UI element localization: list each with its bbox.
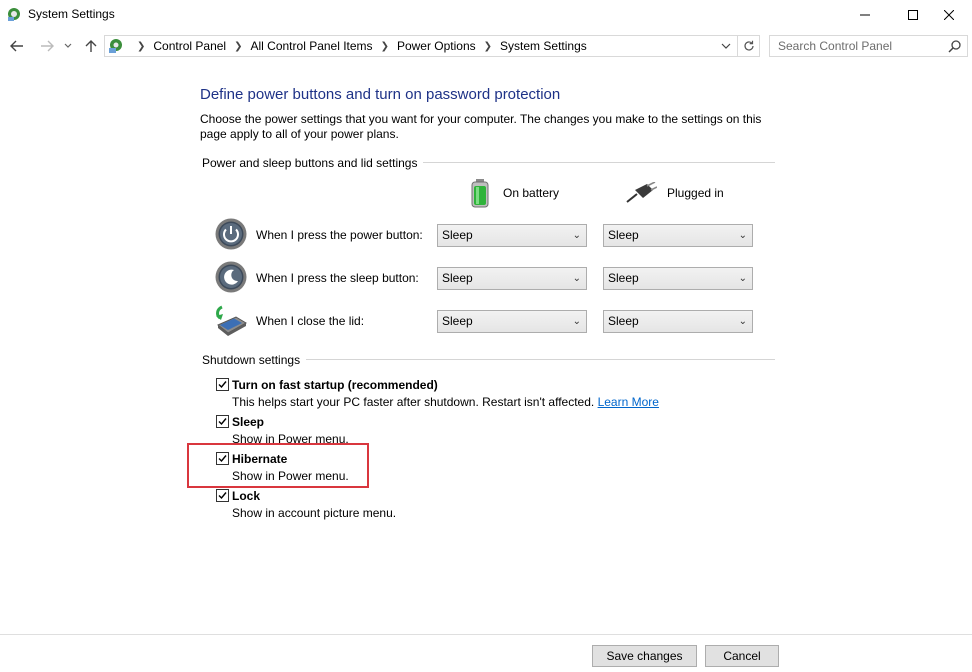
power-button-plugged-select[interactable]: Sleep ⌄: [603, 224, 753, 247]
chevron-down-icon: ⌄: [572, 273, 581, 284]
battery-icon: [471, 179, 489, 208]
search-input[interactable]: [770, 36, 940, 56]
control-panel-icon: [109, 39, 122, 53]
page-title: Define power buttons and turn on passwor…: [200, 86, 561, 103]
chevron-down-icon: [721, 43, 731, 49]
search-icon[interactable]: [948, 39, 962, 53]
minimize-icon: [860, 14, 870, 16]
laptop-lid-icon: [216, 305, 247, 336]
sleep-option-label[interactable]: Sleep: [232, 415, 264, 429]
footer-divider: [0, 634, 972, 635]
address-bar[interactable]: ❯ Control Panel ❯ All Control Panel Item…: [104, 35, 760, 57]
select-value: Sleep: [442, 271, 473, 285]
up-button[interactable]: [82, 36, 100, 56]
page-description: Choose the power settings that you want …: [200, 112, 762, 141]
select-value: Sleep: [608, 314, 639, 328]
breadcrumb-separator-icon: ❯: [380, 40, 389, 52]
close-icon: [944, 10, 954, 20]
select-value: Sleep: [608, 271, 639, 285]
chevron-down-icon: ⌄: [738, 230, 747, 241]
chevron-down-icon: ⌄: [572, 316, 581, 327]
power-button-icon: [215, 218, 247, 250]
forward-button[interactable]: [38, 36, 56, 56]
close-lid-battery-select[interactable]: Sleep ⌄: [437, 310, 587, 333]
shutdown-section-title: Shutdown settings: [202, 353, 307, 367]
checkmark-icon: [218, 418, 227, 426]
arrow-left-icon: [10, 40, 23, 52]
refresh-button[interactable]: [737, 36, 759, 56]
breadcrumb-power-options[interactable]: Power Options: [397, 39, 476, 53]
chevron-down-icon: ⌄: [738, 316, 747, 327]
breadcrumb-separator-icon: ❯: [234, 40, 243, 52]
checkmark-icon: [218, 492, 227, 500]
column-plugged-in-label: Plugged in: [667, 186, 724, 200]
close-button[interactable]: [926, 0, 972, 30]
address-history-button[interactable]: [717, 38, 735, 54]
select-value: Sleep: [442, 314, 473, 328]
arrow-right-icon: [41, 40, 54, 52]
hibernate-highlight-box: [187, 443, 369, 488]
close-lid-plugged-select[interactable]: Sleep ⌄: [603, 310, 753, 333]
control-panel-icon: [8, 8, 20, 21]
refresh-icon: [743, 40, 754, 51]
power-section-title: Power and sleep buttons and lid settings: [202, 156, 424, 170]
fast-startup-description: This helps start your PC faster after sh…: [232, 395, 659, 409]
breadcrumb-system-settings[interactable]: System Settings: [500, 39, 587, 53]
breadcrumb: ❯ Control Panel ❯ All Control Panel Item…: [129, 39, 587, 53]
lock-option-description: Show in account picture menu.: [232, 506, 397, 520]
select-value: Sleep: [442, 228, 473, 242]
close-lid-label: When I close the lid:: [256, 314, 365, 328]
power-button-battery-select[interactable]: Sleep ⌄: [437, 224, 587, 247]
sleep-button-label: When I press the sleep button:: [256, 271, 419, 285]
sleep-checkbox[interactable]: [216, 415, 229, 428]
breadcrumb-separator-icon: ❯: [137, 40, 146, 52]
arrow-up-icon: [85, 40, 97, 52]
sleep-button-icon: [215, 261, 247, 293]
sleep-button-battery-select[interactable]: Sleep ⌄: [437, 267, 587, 290]
power-button-label: When I press the power button:: [256, 228, 423, 242]
learn-more-link[interactable]: Learn More: [598, 395, 659, 409]
select-value: Sleep: [608, 228, 639, 242]
sleep-button-plugged-select[interactable]: Sleep ⌄: [603, 267, 753, 290]
cancel-button[interactable]: Cancel: [705, 645, 779, 667]
column-on-battery-label: On battery: [503, 186, 560, 200]
breadcrumb-all-items[interactable]: All Control Panel Items: [251, 39, 373, 53]
column-on-battery: On battery: [467, 178, 559, 208]
breadcrumb-control-panel[interactable]: Control Panel: [153, 39, 226, 53]
column-plugged-in: Plugged in: [625, 182, 724, 204]
minimize-button[interactable]: [842, 0, 888, 30]
breadcrumb-separator-icon: ❯: [483, 40, 493, 52]
window-title: System Settings: [28, 7, 115, 21]
title-bar: System Settings: [0, 0, 972, 30]
chevron-down-icon: ⌄: [572, 230, 581, 241]
fast-startup-checkbox[interactable]: [216, 378, 229, 391]
fast-startup-label[interactable]: Turn on fast startup (recommended): [232, 378, 438, 392]
recent-locations-button[interactable]: [62, 36, 74, 56]
checkmark-icon: [218, 381, 227, 389]
back-button[interactable]: [8, 36, 26, 56]
lock-option-label[interactable]: Lock: [232, 489, 260, 503]
search-box[interactable]: [769, 35, 968, 57]
power-plug-icon: [626, 182, 657, 203]
fast-startup-sub-text: This helps start your PC faster after sh…: [232, 395, 595, 409]
chevron-down-icon: ⌄: [738, 273, 747, 284]
chevron-down-icon: [64, 43, 72, 48]
maximize-icon: [908, 10, 918, 20]
save-changes-button[interactable]: Save changes: [592, 645, 697, 667]
lock-checkbox[interactable]: [216, 489, 229, 502]
